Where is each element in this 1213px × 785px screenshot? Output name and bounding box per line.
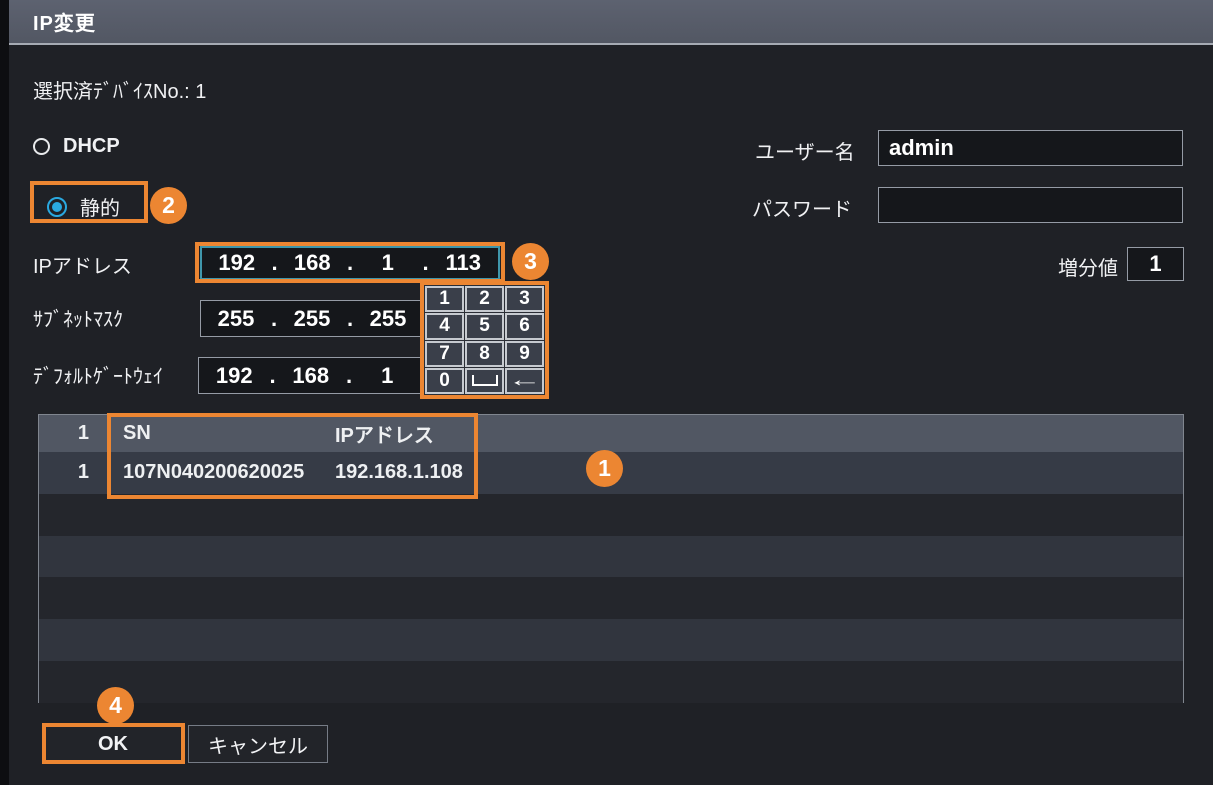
keypad-key-8[interactable]: 8	[465, 341, 504, 367]
gateway-octet-1: 192	[199, 363, 270, 389]
ip-octet-4: 113	[429, 250, 499, 276]
subnet-octet-3: 255	[353, 306, 423, 332]
username-label: ユーザー名	[755, 136, 855, 165]
ip-change-dialog: IP変更 選択済ﾃﾞﾊﾞｲｽNo.: 1 DHCP 静的 IPアドレス 192 …	[0, 0, 1213, 785]
keypad-key-6[interactable]: 6	[505, 313, 544, 339]
table-row-empty	[39, 494, 1183, 536]
static-radio-label: 静的	[80, 192, 120, 221]
space-key-icon	[472, 375, 498, 386]
ip-octet-1: 192	[202, 250, 272, 276]
table-row-empty	[39, 536, 1183, 578]
table-row-empty	[39, 577, 1183, 619]
increment-value: 1	[1149, 251, 1161, 277]
keypad-key-4[interactable]: 4	[425, 313, 464, 339]
row-sn: 107N040200620025	[103, 461, 318, 484]
radio-unselected-icon[interactable]	[33, 138, 50, 155]
subnet-octet-2: 255	[277, 306, 347, 332]
dhcp-radio-row[interactable]: DHCP	[33, 135, 120, 158]
keypad-key-2[interactable]: 2	[465, 286, 504, 312]
annotation-marker-3: 3	[512, 243, 549, 280]
dialog-title: IP変更	[33, 7, 96, 36]
subnet-octet-1: 255	[201, 306, 271, 332]
keypad-key-1[interactable]: 1	[425, 286, 464, 312]
annotation-marker-2: 2	[150, 187, 187, 224]
row-no: 1	[39, 461, 103, 484]
device-table-header: 1 SN IPアドレス	[39, 415, 1183, 452]
ip-address-field[interactable]: 192 . 168 . 1 . 113	[200, 246, 500, 280]
keypad-backspace-key[interactable]: ←	[505, 368, 544, 394]
header-ip: IPアドレス	[318, 419, 1183, 448]
subnet-mask-label: ｻﾌﾞﾈｯﾄﾏｽｸ	[33, 303, 123, 332]
table-row[interactable]: 1 107N040200620025 192.168.1.108	[39, 452, 1183, 494]
device-table: 1 SN IPアドレス 1 107N040200620025 192.168.1…	[38, 414, 1184, 703]
increment-field[interactable]: 1	[1127, 247, 1184, 281]
title-bar: IP変更	[9, 0, 1213, 45]
ok-button[interactable]: OK	[46, 727, 180, 761]
ip-address-value: 192 . 168 . 1 . 113	[202, 250, 498, 276]
row-ip: 192.168.1.108	[318, 461, 1183, 484]
dialog-left-edge	[0, 0, 9, 785]
ip-address-label: IPアドレス	[33, 250, 132, 279]
default-gateway-label: ﾃﾞﾌｫﾙﾄｹﾞｰﾄｳｪｲ	[33, 360, 163, 389]
keypad-key-3[interactable]: 3	[505, 286, 544, 312]
increment-label: 増分値	[1058, 252, 1118, 281]
keypad-key-0[interactable]: 0	[425, 368, 464, 394]
radio-selected-icon[interactable]	[47, 197, 67, 217]
username-field[interactable]: admin	[878, 130, 1183, 166]
header-no: 1	[39, 422, 103, 445]
static-radio-row[interactable]: 静的	[47, 192, 120, 221]
gateway-octet-3: 1	[352, 363, 423, 389]
dhcp-radio-label: DHCP	[63, 135, 120, 158]
keypad-space-key[interactable]	[465, 368, 504, 394]
ip-octet-2: 168	[278, 250, 348, 276]
numeric-keypad: 1 2 3 4 5 6 7 8 9 0 ←	[420, 281, 549, 399]
ip-octet-3: 1	[353, 250, 423, 276]
cancel-button[interactable]: キャンセル	[188, 725, 328, 763]
gateway-octet-2: 168	[276, 363, 347, 389]
keypad-key-7[interactable]: 7	[425, 341, 464, 367]
table-row-empty	[39, 661, 1183, 703]
keypad-key-9[interactable]: 9	[505, 341, 544, 367]
header-sn: SN	[103, 422, 318, 445]
password-label: パスワード	[752, 193, 852, 222]
username-value: admin	[879, 135, 954, 161]
password-field[interactable]	[878, 187, 1183, 223]
selected-device-text: 選択済ﾃﾞﾊﾞｲｽNo.: 1	[33, 75, 206, 104]
keypad-key-5[interactable]: 5	[465, 313, 504, 339]
table-row-empty	[39, 619, 1183, 661]
backspace-key-icon: ←	[507, 370, 541, 392]
